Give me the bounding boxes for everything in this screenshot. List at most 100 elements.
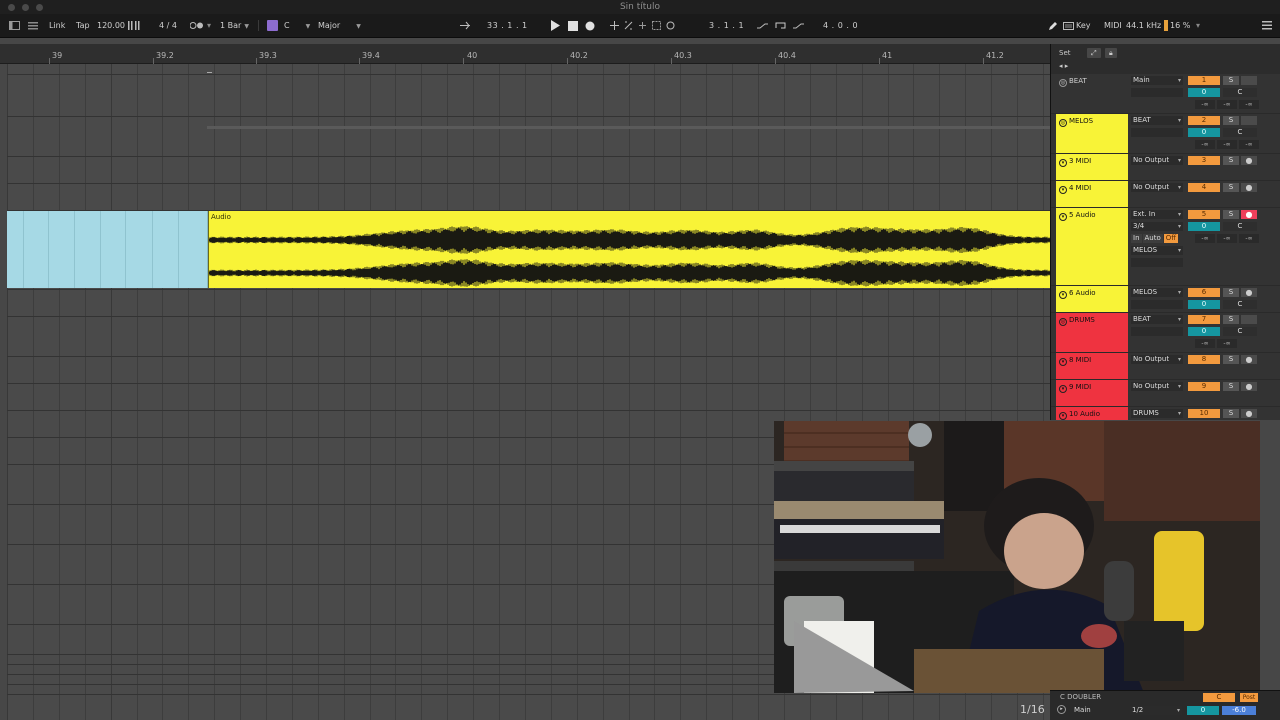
post-toggle-button[interactable]: Post [1240,693,1258,702]
solo-button[interactable]: S [1223,183,1239,192]
track-name-header[interactable]: ▾ 3 MIDI [1056,154,1128,180]
draw-mode-pencil-icon[interactable] [1046,19,1059,32]
re-enable-automation-icon[interactable] [636,19,649,32]
track-name-header[interactable]: ▾ 6 Audio [1056,286,1128,312]
metronome-icon[interactable] [190,19,203,32]
scroll-arrows-icon[interactable]: ◂ ▸ [1055,61,1072,71]
track-volume[interactable]: 0 [1188,128,1220,137]
track-name-header[interactable]: ▾ 5 Audio [1056,208,1128,285]
nudge-icon[interactable] [127,19,140,32]
punch-out-icon[interactable] [792,19,805,32]
capture-midi-icon[interactable] [650,19,663,32]
output-routing-select[interactable]: Ext. In [1131,210,1183,219]
key-map-button[interactable]: Key [1076,19,1091,32]
loop-marker[interactable] [207,72,212,73]
input-channel-select[interactable]: 3/4 [1131,222,1183,231]
arm-record-button[interactable] [1241,315,1257,324]
track-fold-icon[interactable]: ▾ [1059,358,1067,366]
group-fold-icon[interactable]: ◎ [1059,79,1067,87]
track-name-header[interactable]: ▾ 4 MIDI [1056,181,1128,207]
midi-map-button[interactable]: MIDI [1104,19,1122,32]
time-signature-field[interactable]: 4 / 4 [159,19,177,32]
track-fold-icon[interactable]: ▾ [1059,291,1067,299]
stop-button-icon[interactable] [566,19,579,32]
tempo-field[interactable]: 120.00 [97,19,125,32]
follow-icon[interactable] [458,19,471,32]
track-pan[interactable]: C [1223,327,1257,336]
track-fold-icon[interactable]: ▾ [1059,385,1067,393]
solo-button[interactable]: S [1223,288,1239,297]
beat-time-ruler[interactable]: 39 39.2 39.3 39.4 40 40.2 40.3 40.4 41 4… [0,44,1050,64]
track-activator-button[interactable]: 4 [1188,183,1220,192]
arm-record-button[interactable]: ● [1241,409,1257,418]
monitor-off-button[interactable]: Off [1163,234,1179,243]
track-activator-button[interactable]: 9 [1188,382,1220,391]
loop-start-field[interactable]: 3 . 1 . 1 [709,19,744,32]
automation-arm-icon[interactable] [622,19,635,32]
link-button[interactable]: Link [49,19,65,32]
scale-mode-icon[interactable] [266,19,279,32]
track-volume[interactable]: 0 [1188,327,1220,336]
computer-keyboard-icon[interactable] [1062,19,1075,32]
tap-tempo-button[interactable]: Tap [76,19,90,32]
master-fold-icon[interactable]: ▸ [1057,705,1066,714]
output-routing-select[interactable]: No Output [1131,382,1183,391]
track-fold-icon[interactable]: ▾ [1059,186,1067,194]
lock-icon[interactable]: 🔒︎ [1105,48,1117,58]
track-fold-icon[interactable]: ▾ [1059,412,1067,420]
track-name-header[interactable]: ▾ 10 Audio [1056,407,1128,420]
arm-record-button[interactable]: ● [1241,183,1257,192]
track-activator-button[interactable]: 1 [1188,76,1220,85]
track-activator-button[interactable]: 10 [1188,409,1220,418]
track-pan[interactable]: C [1223,128,1257,137]
monitor-auto-button[interactable]: Auto [1142,234,1163,243]
scale-root-select[interactable]: C ▼ [284,19,314,32]
master-volume[interactable]: 0 [1187,706,1219,715]
metronome-dropdown-icon[interactable]: ▾ [207,19,211,32]
loop-region-selection[interactable] [7,211,208,288]
master-gain[interactable]: -6.0 [1222,706,1256,715]
track-activator-button[interactable]: 5 [1188,210,1220,219]
arm-record-button[interactable] [1241,76,1257,85]
loop-length-field[interactable]: 4 . 0 . 0 [823,19,858,32]
output-routing-select[interactable]: Main [1131,76,1183,85]
solo-button[interactable]: S [1223,315,1239,324]
quantize-select[interactable]: 1 Bar ▼ [220,19,249,32]
solo-button[interactable]: S [1223,210,1239,219]
track-pan[interactable]: C [1223,300,1257,309]
return-track-letter[interactable]: C [1203,693,1235,702]
track-pan[interactable]: C [1223,88,1257,97]
solo-button[interactable]: S [1223,355,1239,364]
track-volume[interactable]: 0 [1188,300,1220,309]
output-routing-select[interactable]: BEAT [1131,116,1183,125]
output-routing-select[interactable]: No Output [1131,355,1183,364]
play-button-icon[interactable] [548,19,561,32]
solo-button[interactable]: S [1223,76,1239,85]
arrangement-position-field[interactable]: 33 . 1 . 1 [487,19,528,32]
solo-button[interactable]: S [1223,382,1239,391]
track-fold-icon[interactable]: ▾ [1059,159,1067,167]
output-routing-select[interactable]: No Output [1131,183,1183,192]
track-name-header[interactable]: ◎ BEAT [1056,74,1128,113]
track-activator-button[interactable]: 8 [1188,355,1220,364]
loop-switch-icon[interactable] [774,19,787,32]
return-track-label[interactable]: C DOUBLER [1060,693,1101,701]
arm-record-button[interactable]: ● [1241,156,1257,165]
group-fold-icon[interactable]: ◎ [1059,119,1067,127]
record-button-icon[interactable] [583,19,596,32]
track-activator-button[interactable]: 2 [1188,116,1220,125]
sidebar-toggle-icon[interactable] [8,19,21,32]
output-routing-select[interactable]: DRUMS [1131,409,1183,418]
output-select[interactable]: MELOS [1131,246,1183,255]
track-activator-button[interactable]: 7 [1188,315,1220,324]
cpu-dropdown-icon[interactable]: ▾ [1196,19,1200,32]
set-button[interactable]: Set [1055,48,1075,58]
track-fold-icon[interactable]: ▾ [1059,213,1067,221]
punch-in-icon[interactable] [756,19,769,32]
arm-record-button[interactable] [1241,116,1257,125]
monitor-in-button[interactable]: In [1131,234,1142,243]
scale-mode-select[interactable]: Major ▼ [318,19,366,32]
overdub-icon[interactable] [608,19,621,32]
session-record-icon[interactable] [664,19,677,32]
master-routing-select[interactable]: 1/2 [1130,706,1182,715]
